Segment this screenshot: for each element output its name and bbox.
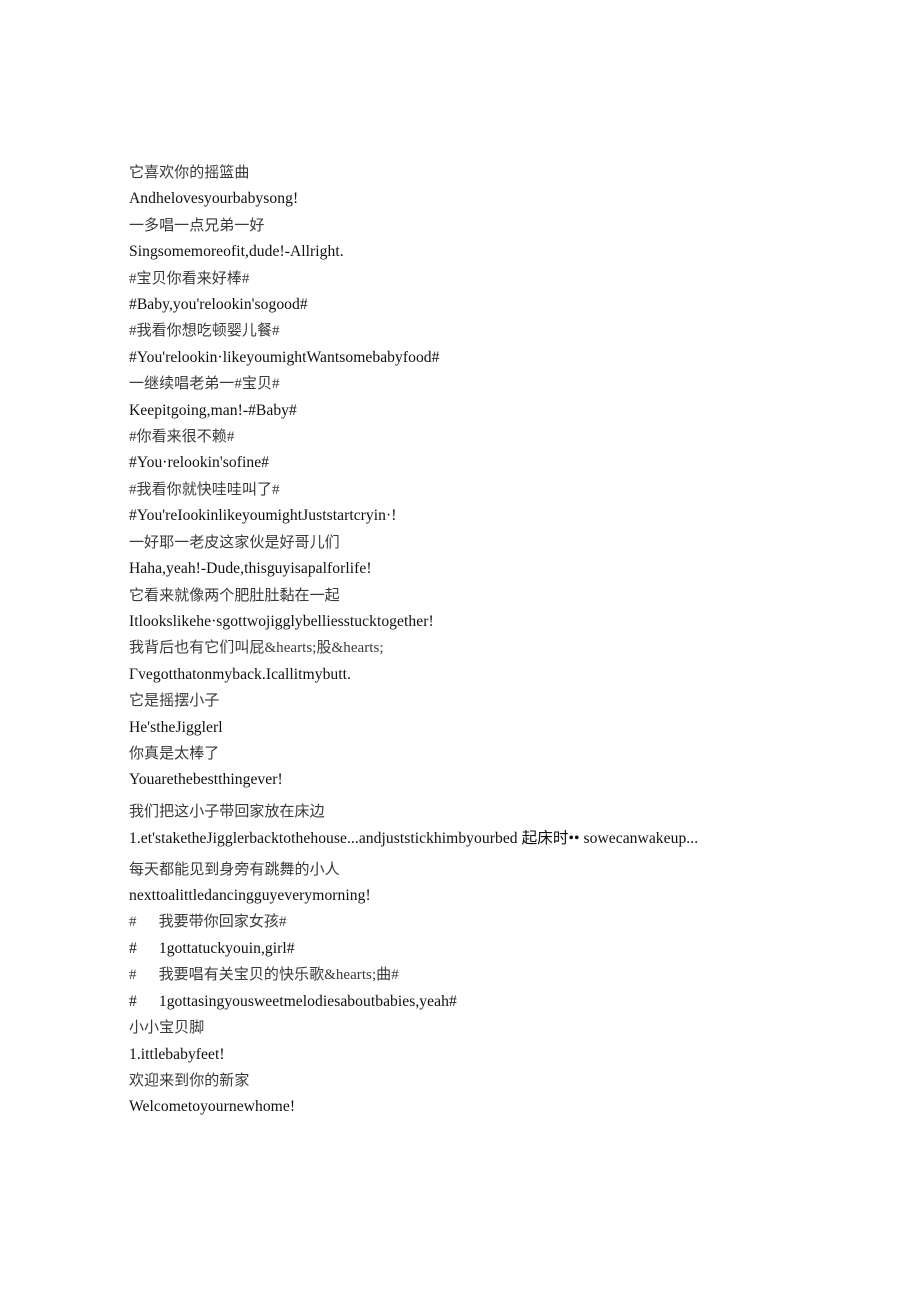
transcript-line: 我背后也有它们叫屁&hearts;股&hearts; — [129, 635, 869, 661]
transcript-line-text: Γvegotthatonmyback.Icallitmybutt. — [129, 665, 351, 683]
transcript-line: #You'relookin·likeyoumightWantsomebabyfo… — [129, 345, 869, 371]
document-page: 它喜欢你的摇篮曲 Andhelovesyourbabysong! 一多唱一点兄弟一好… — [0, 0, 920, 1301]
transcript-line: # 我要唱有关宝贝的快乐歌&hearts;曲# — [129, 962, 869, 988]
lyric-hash-marker: # — [129, 967, 137, 984]
transcript-line-text: 一好耶一老皮这家伙是好哥儿们 — [129, 534, 340, 551]
transcript-line: #1gottatuckyouin,girl# — [129, 936, 869, 962]
transcript-line: 1.et'staketheJigglerbacktothehouse...and… — [129, 825, 869, 853]
transcript-line: # 我要带你回家女孩# — [129, 909, 869, 935]
transcript-line: 每天都能见到身旁有跳舞的小人 — [129, 857, 869, 883]
transcript-line: #You'reIookinlikeyoumightJuststartcryin·… — [129, 503, 869, 529]
transcript-line: #1gottasingyousweetmelodiesaboutbabies,y… — [129, 989, 869, 1015]
transcript-line: Singsomemoreofit,dude!-Allright. — [129, 239, 869, 265]
lyric-hash-marker: # — [129, 914, 137, 931]
transcript-line: 一多唱一点兄弟一好 — [129, 213, 869, 239]
transcript-line: 它喜欢你的摇篮曲 — [129, 160, 869, 186]
transcript-line: 一好耶一老皮这家伙是好哥儿们 — [129, 530, 869, 556]
transcript-line-text: nexttoalittledancingguyeverymorning! — [129, 887, 371, 905]
transcript-line-text: 每天都能见到身旁有跳舞的小人 — [129, 861, 340, 878]
transcript-line-text: 它看来就像两个肥肚肚黏在一起 — [129, 587, 340, 604]
transcript-line-text: 它是摇摆小子 — [129, 693, 220, 710]
transcript-line-text: #我看你就快哇哇叫了# — [129, 481, 280, 498]
transcript-line-text: Itlookslikehe·sgottwojigglybelliesstuckt… — [129, 612, 434, 630]
transcript-line: 它看来就像两个肥肚肚黏在一起 — [129, 583, 869, 609]
transcript-line: 你真是太棒了 — [129, 741, 869, 767]
lyric-hash-marker: # — [129, 992, 137, 1010]
transcript-line-text: 我背后也有它们叫屁&hearts;股&hearts; — [129, 640, 384, 657]
transcript-line-text: 1.ittlebabyfeet! — [129, 1045, 225, 1063]
transcript-line-text: 我要唱有关宝贝的快乐歌&hearts;曲# — [158, 967, 399, 984]
transcript-line-text: 它喜欢你的摇篮曲 — [129, 165, 250, 181]
transcript-line-text: #Baby,you'relookin'sogood# — [129, 296, 308, 314]
transcript-line-text: Singsomemoreofit,dude!-Allright. — [129, 243, 344, 261]
transcript-line: 欢迎来到你的新家 — [129, 1068, 869, 1094]
transcript-line: Welcometoyournewhome! — [129, 1094, 869, 1120]
transcript-line-text: 我要带你回家女孩# — [158, 914, 287, 931]
transcript-line-text: #You'relookin·likeyoumightWantsomebabyfo… — [129, 348, 440, 366]
transcript-line-text: #You'reIookinlikeyoumightJuststartcryin·… — [129, 507, 397, 525]
transcript-line-text: 1gottatuckyouin,girl# — [158, 939, 295, 957]
transcript-line-text: Youarethebestthingever! — [129, 771, 283, 789]
transcript-line-text: #宝贝你看来好棒# — [129, 270, 250, 287]
transcript-line: #You·relookin'sofine# — [129, 450, 869, 476]
transcript-line-text: 小小宝贝脚 — [129, 1020, 205, 1037]
transcript-line: 小小宝贝脚 — [129, 1015, 869, 1041]
transcript-line: Youarethebestthingever! — [129, 767, 869, 793]
transcript-line-text: 一多唱一点兄弟一好 — [129, 217, 265, 234]
transcript-line-text: 你真是太棒了 — [129, 745, 220, 762]
transcript-line: 它是摇摆小子 — [129, 688, 869, 714]
transcript-line-text: 欢迎来到你的新家 — [129, 1072, 250, 1089]
transcript-line-text: He'stheJigglerl — [129, 718, 223, 736]
transcript-line: #Baby,you'relookin'sogood# — [129, 292, 869, 318]
transcript-line: 一继续唱老弟一#宝贝# — [129, 371, 869, 397]
transcript-line: #宝贝你看来好棒# — [129, 266, 869, 292]
transcript-line: Keepitgoing,man!-#Baby# — [129, 398, 869, 424]
transcript-line: 1.ittlebabyfeet! — [129, 1042, 869, 1068]
transcript-line-text: #你看来很不赖# — [129, 429, 235, 446]
transcript-line-text: 1gottasingyousweetmelodiesaboutbabies,ye… — [158, 992, 457, 1010]
transcript-line: Γvegotthatonmyback.Icallitmybutt. — [129, 662, 869, 688]
transcript-line-text: Andhelovesyourbabysong! — [129, 190, 299, 208]
transcript-line-text: 一继续唱老弟一#宝贝# — [129, 376, 280, 393]
transcript-line: #你看来很不赖# — [129, 424, 869, 450]
lyric-hash-marker: # — [129, 939, 137, 957]
transcript-line: 我们把这小子带回家放在床边 — [129, 799, 869, 825]
transcript-text-block: 它喜欢你的摇篮曲 Andhelovesyourbabysong! 一多唱一点兄弟一好… — [129, 160, 869, 1121]
transcript-line-text: 1.et'staketheJigglerbacktothehouse...and… — [129, 830, 699, 848]
transcript-line: He'stheJigglerl — [129, 715, 869, 741]
transcript-line-text: Haha,yeah!-Dude,thisguyisapalforlife! — [129, 560, 372, 578]
transcript-line: Andhelovesyourbabysong! — [129, 186, 869, 212]
transcript-line: Haha,yeah!-Dude,thisguyisapalforlife! — [129, 556, 869, 582]
transcript-line: Itlookslikehe·sgottwojigglybelliesstuckt… — [129, 609, 869, 635]
transcript-line-text: #我看你想吃顿婴儿餐# — [129, 323, 280, 340]
transcript-line-text: #You·relookin'sofine# — [129, 454, 270, 472]
transcript-line: nexttoalittledancingguyeverymorning! — [129, 883, 869, 909]
transcript-line-text: Welcometoyournewhome! — [129, 1098, 296, 1116]
transcript-line: #我看你就快哇哇叫了# — [129, 477, 869, 503]
transcript-line-text: Keepitgoing,man!-#Baby# — [129, 401, 297, 419]
transcript-line: #我看你想吃顿婴儿餐# — [129, 318, 869, 344]
transcript-line-text: 我们把这小子带回家放在床边 — [129, 803, 325, 820]
